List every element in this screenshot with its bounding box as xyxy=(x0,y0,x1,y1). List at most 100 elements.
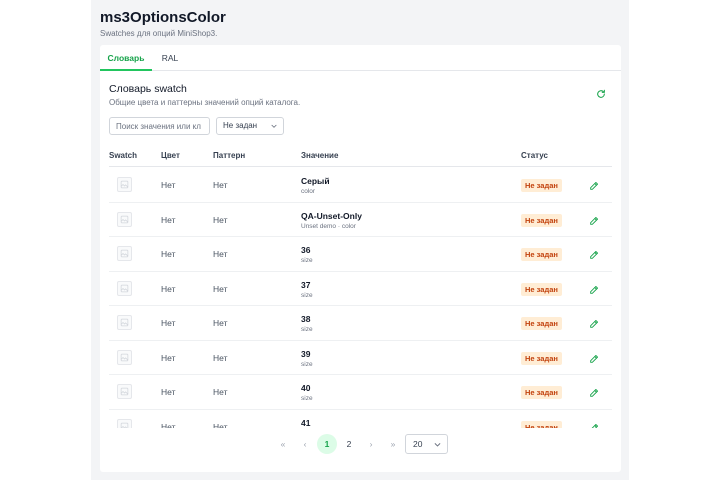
pattern-cell: Нет xyxy=(213,249,228,259)
swatch-thumbnail xyxy=(117,418,132,428)
table-row: Нет Нет QA-Unset-Only Unset demo · color Не … xyxy=(109,203,612,237)
pattern-cell: Нет xyxy=(213,421,228,429)
color-cell: Нет xyxy=(161,352,176,363)
value-name: 39 xyxy=(301,348,311,359)
value-key: size xyxy=(301,395,313,402)
page-1-button[interactable]: 1 xyxy=(317,434,337,454)
status-badge: Не задан xyxy=(521,282,562,296)
swatch-thumbnail xyxy=(117,211,132,227)
value-key: Unset demo · color xyxy=(301,222,356,230)
image-placeholder-icon xyxy=(120,249,129,258)
page-2-button[interactable]: 2 xyxy=(339,434,359,454)
page-container: ms3OptionsColor Swatches для опций MiniS… xyxy=(91,0,629,480)
status-badge: Не задан xyxy=(521,248,562,261)
status-badge: Не задан xyxy=(521,420,562,428)
image-placeholder-icon xyxy=(120,318,129,327)
col-value: Значение xyxy=(301,151,339,160)
image-placeholder-icon xyxy=(120,180,129,189)
edit-button[interactable] xyxy=(589,385,601,397)
page-subtitle: Swatches для опций MiniShop3. xyxy=(100,29,218,38)
edit-button[interactable] xyxy=(589,178,601,190)
tab-bar: Словарь RAL xyxy=(100,45,621,71)
per-page-select[interactable]: 20 xyxy=(405,434,448,454)
first-page-button[interactable]: « xyxy=(273,434,293,454)
edit-button[interactable] xyxy=(589,213,601,225)
page-title: ms3OptionsColor xyxy=(100,9,226,26)
pencil-icon xyxy=(590,389,598,397)
table-row: Нет Нет 36 size Не задан xyxy=(109,237,612,272)
search-input[interactable] xyxy=(109,117,210,135)
pattern-cell: Нет xyxy=(213,318,228,328)
color-cell: Нет xyxy=(161,421,176,429)
value-name: Серый xyxy=(301,176,330,186)
color-cell: Нет xyxy=(161,318,176,328)
refresh-icon xyxy=(597,89,605,98)
value-name: 40 xyxy=(301,383,311,393)
status-badge: Не задан xyxy=(521,317,562,330)
pencil-icon xyxy=(591,423,598,428)
swatch-thumbnail xyxy=(117,349,132,365)
edit-button[interactable] xyxy=(589,351,601,363)
color-cell: Нет xyxy=(161,283,176,294)
tab-dictionary[interactable]: Словарь xyxy=(100,45,152,71)
value-name: QA-Unset-Only xyxy=(301,210,362,221)
pencil-icon xyxy=(590,354,598,363)
color-cell: Нет xyxy=(161,180,176,190)
image-placeholder-icon xyxy=(120,422,129,428)
pattern-cell: Нет xyxy=(213,180,228,190)
col-swatch: Swatch xyxy=(109,151,138,160)
edit-button[interactable] xyxy=(589,282,601,294)
chevron-down-icon xyxy=(271,124,277,128)
status-filter-select[interactable]: Не задан xyxy=(216,117,284,135)
table-body: Нет Нет Серый color Не задан Нет Нет QA-Unset-O… xyxy=(109,168,612,428)
table-row: Нет Нет 39 size Не задан xyxy=(109,341,612,375)
per-page-value: 20 xyxy=(413,439,423,449)
swatch-thumbnail xyxy=(117,177,132,192)
status-badge: Не задан xyxy=(521,351,562,365)
table-row: Нет Нет 38 size Не задан xyxy=(109,306,612,341)
value-key: size xyxy=(301,291,313,299)
image-placeholder-icon xyxy=(120,353,129,361)
image-placeholder-icon xyxy=(120,215,129,223)
edit-button[interactable] xyxy=(589,247,601,259)
value-name: 37 xyxy=(301,279,311,290)
table-header: Swatch Цвет Паттерн Значение Статус xyxy=(109,145,612,167)
edit-button[interactable] xyxy=(589,420,601,428)
table-row: Нет Нет 41 Не задан xyxy=(109,410,612,429)
table-row: Нет Нет 40 size Не задан xyxy=(109,375,612,410)
value-key: size xyxy=(301,360,313,368)
swatch-thumbnail xyxy=(117,246,132,261)
chevron-down-icon xyxy=(434,443,441,447)
section-description: Общие цвета и паттерны значений опций ка… xyxy=(109,98,301,107)
table-row: Нет Нет 37 size Не задан xyxy=(109,272,612,306)
prev-page-button[interactable]: ‹ xyxy=(295,434,315,454)
refresh-button[interactable] xyxy=(594,87,608,101)
value-key: size xyxy=(301,326,313,333)
pattern-cell: Нет xyxy=(213,283,228,294)
pencil-icon xyxy=(590,285,598,294)
col-status: Статус xyxy=(521,151,548,160)
edit-button[interactable] xyxy=(589,316,601,328)
pencil-icon xyxy=(590,182,598,190)
status-badge: Не задан xyxy=(521,213,562,227)
next-page-button[interactable]: › xyxy=(361,434,381,454)
value-name: 38 xyxy=(301,314,311,324)
status-badge: Не задан xyxy=(521,386,562,399)
swatch-thumbnail xyxy=(117,384,132,399)
pencil-icon xyxy=(590,216,598,225)
image-placeholder-icon xyxy=(120,387,129,396)
color-cell: Нет xyxy=(161,387,176,397)
col-color: Цвет xyxy=(161,151,180,160)
last-page-button[interactable]: » xyxy=(383,434,403,454)
table-row: Нет Нет Серый color Не задан xyxy=(109,168,612,203)
pattern-cell: Нет xyxy=(213,387,228,397)
section-title: Словарь swatch xyxy=(109,83,187,95)
pencil-icon xyxy=(590,320,598,328)
swatch-thumbnail xyxy=(117,280,132,296)
main-card: Словарь RAL Словарь swatch Общие цвета и… xyxy=(100,45,621,472)
image-placeholder-icon xyxy=(120,284,129,292)
value-name: 41 xyxy=(301,417,311,428)
tab-ral[interactable]: RAL xyxy=(152,45,188,71)
status-filter-value: Не задан xyxy=(223,121,258,130)
swatch-thumbnail xyxy=(117,315,132,330)
